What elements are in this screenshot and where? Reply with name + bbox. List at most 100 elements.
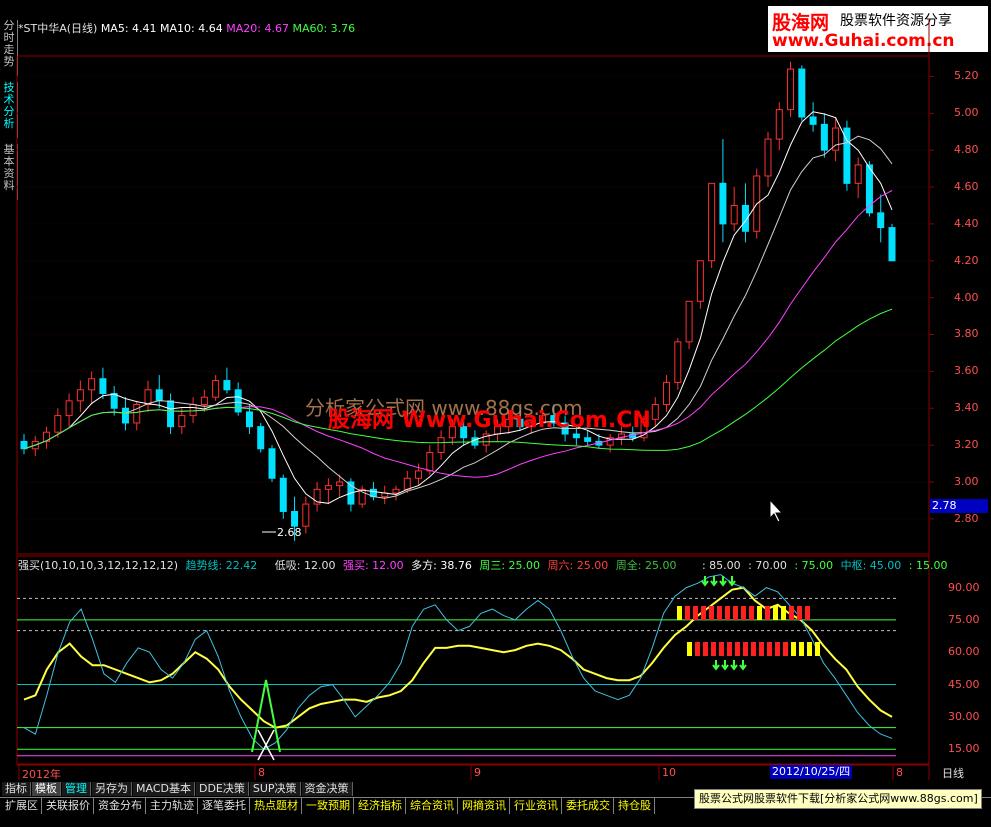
price-tick-label: 3.80 [954,327,979,341]
date-label: 10 [662,766,676,779]
candle-body [336,481,344,487]
candle-body [572,433,580,439]
candle-body [178,415,186,428]
indicator-tab[interactable]: 指标 [2,782,31,796]
signal-bar [775,642,780,656]
candle-body [787,68,795,111]
osc-zhongshu: 中枢: 45.00 [840,559,902,572]
signal-bar [789,606,794,620]
signal-bar [677,606,682,620]
signal-bar [767,642,772,656]
low-price-label: 2.68 [277,526,302,539]
down-arrow-icon [712,660,720,671]
candle-body [245,411,253,428]
candle-body [88,378,96,391]
indicator-tab[interactable]: DDE决策 [195,782,249,796]
price-tick-label: 4.80 [954,143,979,157]
down-arrow-icon [730,660,738,671]
down-arrow-icon [739,660,747,671]
candle-body [651,404,659,420]
candle-body [212,380,220,398]
footer-tab[interactable]: 持仓股 [615,798,655,814]
osc-zhousan: 周三: 25.00 [479,559,541,572]
price-tick-label: 4.00 [954,290,979,304]
signal-bar [765,606,770,620]
footer-tab[interactable]: 网摘资讯 [459,798,510,814]
indicator-tab[interactable]: MACD基本 [133,782,195,796]
osc-tick-label: 30.00 [948,709,980,723]
candle-body [200,396,208,406]
footer-tab[interactable]: 热点题材 [251,798,302,814]
candle-body [302,503,310,527]
signal-spike [251,679,281,753]
signal-bar [751,642,756,656]
candle-body [888,227,896,262]
candle-body [110,392,118,409]
osc-l15: : 15.00 [908,559,948,572]
candle-body [674,341,682,383]
price-tick-label: 3.40 [954,401,979,415]
candle-body [798,68,806,118]
price-tick-label: 3.00 [954,474,979,488]
date-label: 8 [896,766,903,779]
signal-bar [711,642,716,656]
footer-tab[interactable]: 委托成交 [563,798,614,814]
period-label[interactable]: 日线 [942,765,964,781]
footer-tab[interactable]: 一致预期 [303,798,354,814]
indicator-tab[interactable]: SUP决策 [249,782,301,796]
footer-tab[interactable]: 主力轨迹 [147,798,198,814]
footer-tab[interactable]: 经济指标 [355,798,406,814]
candle-body [719,182,727,225]
candle-body [764,138,772,177]
indicator-tab[interactable]: 资金决策 [301,782,353,796]
candle-body [437,437,445,453]
candle-body [775,109,783,140]
signal-bar [791,642,796,656]
signal-bar [807,642,812,656]
raw-line [23,574,893,750]
osc-tick-label: 60.00 [948,645,980,659]
indicator-tab[interactable]: 管理 [62,782,91,796]
footer-tab[interactable]: 综合资讯 [407,798,458,814]
signal-bar [719,642,724,656]
signal-bar [685,606,690,620]
osc-l75: : 75.00 [794,559,834,572]
price-tick-label: 5.00 [954,106,979,120]
candle-body [155,389,163,402]
stock-chart-window: 分时走势 技术分析 基本资料 *ST中华A(日线) MA5: 4.41 MA10… [0,0,991,827]
indicator-tab[interactable]: 模板 [32,782,61,796]
signal-bar [693,606,698,620]
sub-panel-frame [16,555,930,765]
signal-bar [815,642,820,656]
footer-tab[interactable]: 行业资讯 [511,798,562,814]
price-tick-label: 3.20 [954,438,979,452]
osc-duofang: 多方: 38.76 [411,559,472,572]
mouse-cursor-icon [769,498,784,523]
osc-l85: : 85.00 [701,559,741,572]
footer-tab[interactable]: 关联报价 [43,798,94,814]
osc-legend: 强买(10,10,10,3,12,12,12,12) 趋势线: 22.42 低吸… [18,557,947,573]
ma5-line [23,111,893,504]
moving-average-lines [23,111,893,504]
indicator-tab[interactable]: 另存为 [92,782,132,796]
osc-tick-label: 90.00 [948,580,980,594]
footer-tab[interactable]: 扩展区 [2,798,42,814]
candle-body [223,380,231,391]
footer-tab[interactable]: 逐笔委托 [199,798,250,814]
signal-bar [727,642,732,656]
ma10-line [23,135,893,499]
signal-bar [701,606,706,620]
osc-l70: : 70.00 [748,559,787,572]
signal-bar [717,606,722,620]
date-label: 9 [474,766,481,779]
candle-body [854,164,862,184]
signal-bar [735,642,740,656]
candle-body [167,400,175,428]
osc-trend: 趋势线: 22.42 [185,559,258,572]
download-banner[interactable]: 股票公式网股票软件下载[分析家公式网www.88gs.com] [694,789,982,809]
candle-body [663,381,671,406]
signal-bar [709,606,714,620]
signal-bar [757,606,762,620]
main-price-grid [17,75,934,520]
footer-tab[interactable]: 资金分布 [95,798,146,814]
